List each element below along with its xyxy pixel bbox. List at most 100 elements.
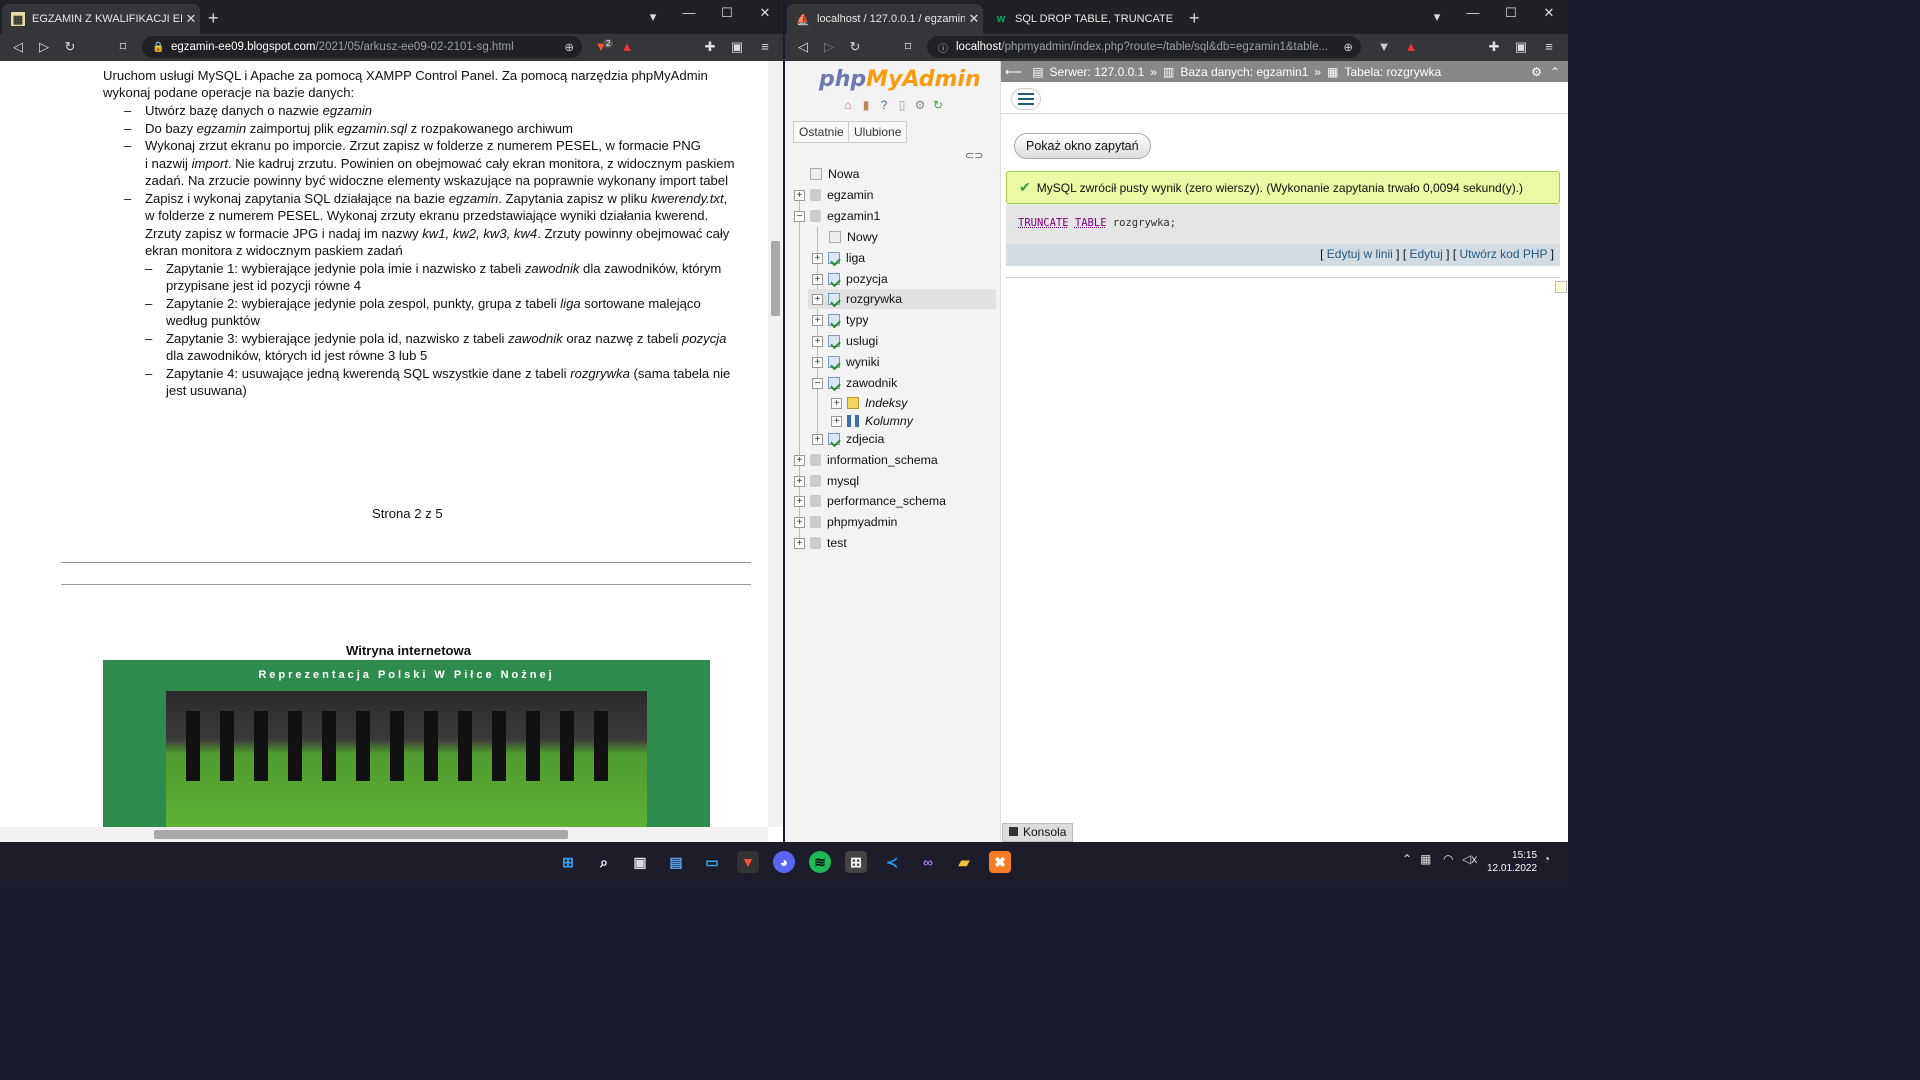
wifi-icon[interactable]: ◠ bbox=[1443, 852, 1453, 866]
brave-browser-icon[interactable]: ▼ bbox=[737, 851, 759, 873]
clock[interactable]: 15:15 12.01.2022 bbox=[1487, 849, 1537, 875]
tree-db-mysql[interactable]: + mysql bbox=[794, 471, 859, 491]
notifications-icon[interactable]: ◔ bbox=[1543, 852, 1550, 866]
minimize-button[interactable]: — bbox=[679, 4, 699, 22]
spotify-icon[interactable]: ≋ bbox=[809, 851, 831, 873]
back-icon[interactable]: ◁ bbox=[794, 38, 812, 56]
tree-db-egzamin1[interactable]: − egzamin1 bbox=[794, 206, 880, 226]
breadcrumb-server[interactable]: Serwer: 127.0.0.1 bbox=[1050, 65, 1145, 79]
tab-search-icon[interactable]: ▾ bbox=[1427, 8, 1447, 26]
bookmark-icon[interactable]: ⌑ bbox=[899, 38, 917, 56]
tab-search-icon[interactable]: ▾ bbox=[643, 8, 663, 26]
edit-inline-link[interactable]: Edytuj w linii bbox=[1327, 247, 1393, 261]
collapse-icon[interactable]: − bbox=[794, 210, 805, 222]
minimize-button[interactable]: — bbox=[1463, 4, 1483, 22]
refresh-icon[interactable]: ↻ bbox=[931, 98, 945, 112]
store-icon[interactable]: ⊞ bbox=[845, 851, 867, 873]
tree-table-rozgrywka[interactable]: + rozgrywka bbox=[808, 289, 996, 309]
expand-icon[interactable]: + bbox=[812, 335, 823, 347]
vscode-icon[interactable]: ≺ bbox=[881, 851, 903, 873]
address-bar[interactable]: ⓘ localhost/phpmyadmin/index.php?route=/… bbox=[927, 36, 1361, 58]
zoom-icon[interactable]: ⊕ bbox=[564, 40, 574, 54]
collapse-top-icon[interactable]: ⌃ bbox=[1550, 65, 1560, 79]
expand-icon[interactable]: + bbox=[794, 475, 805, 487]
favorites-button[interactable]: Ulubione bbox=[848, 121, 908, 143]
close-window-button[interactable]: ✕ bbox=[755, 4, 775, 22]
brave-rewards-icon[interactable]: ▲ bbox=[618, 38, 636, 56]
extensions-icon[interactable]: ✚ bbox=[701, 38, 719, 56]
tree-table-liga[interactable]: + liga bbox=[812, 248, 865, 268]
expand-icon[interactable]: + bbox=[812, 356, 823, 368]
visual-studio-icon[interactable]: ∞ bbox=[917, 851, 939, 873]
expand-icon[interactable]: + bbox=[831, 415, 842, 427]
collapse-nav-icon[interactable]: ⟵ bbox=[1005, 65, 1022, 79]
tree-table-wyniki[interactable]: + wyniki bbox=[812, 352, 879, 372]
file-explorer-icon[interactable]: ▰ bbox=[953, 851, 975, 873]
tab-phpmyadmin[interactable]: ⛵ localhost / 127.0.0.1 / egzamin1 / r ✕ bbox=[787, 4, 983, 34]
settings-icon[interactable]: ⚙ bbox=[913, 98, 927, 112]
console-button[interactable]: Konsola bbox=[1002, 823, 1074, 842]
close-window-button[interactable]: ✕ bbox=[1539, 4, 1559, 22]
recent-button[interactable]: Ostatnie bbox=[793, 121, 850, 143]
page-settings-icon[interactable] bbox=[1555, 281, 1567, 293]
expand-icon[interactable]: + bbox=[794, 189, 805, 201]
discord-icon[interactable]: ◕ bbox=[773, 851, 795, 873]
expand-icon[interactable]: + bbox=[812, 252, 823, 264]
gear-icon[interactable]: ⚙ bbox=[1531, 65, 1542, 79]
xampp-icon[interactable]: ✖ bbox=[989, 851, 1011, 873]
expand-icon[interactable]: + bbox=[794, 537, 805, 549]
wallet-icon[interactable]: ▣ bbox=[728, 38, 746, 56]
search-icon[interactable]: ⌕ bbox=[593, 851, 615, 873]
wallet-icon[interactable]: ▣ bbox=[1512, 38, 1530, 56]
tree-db-information-schema[interactable]: + information_schema bbox=[794, 450, 938, 470]
back-icon[interactable]: ◁ bbox=[9, 38, 27, 56]
tree-indexes[interactable]: + Indeksy bbox=[831, 393, 907, 413]
home-icon[interactable]: ⌂ bbox=[841, 98, 855, 112]
maximize-button[interactable]: ☐ bbox=[717, 4, 737, 22]
horizontal-scrollbar[interactable] bbox=[0, 827, 768, 842]
address-bar[interactable]: 🔒 egzamin-ee09.blogspot.com/2021/05/arku… bbox=[142, 36, 582, 58]
task-view-icon[interactable]: ▣ bbox=[629, 851, 651, 873]
tab-sql-drop[interactable]: w SQL DROP TABLE, TRUNCATE TABLE bbox=[985, 4, 1175, 34]
expand-icon[interactable]: + bbox=[812, 273, 823, 285]
forward-icon[interactable]: ▷ bbox=[35, 38, 53, 56]
tree-columns[interactable]: + Kolumny bbox=[831, 411, 913, 431]
new-tab-button[interactable]: + bbox=[1189, 8, 1200, 28]
close-tab-icon[interactable]: ✕ bbox=[182, 11, 200, 27]
hamburger-menu-icon[interactable] bbox=[1011, 88, 1041, 110]
scroll-thumb[interactable] bbox=[771, 241, 780, 316]
new-tab-button[interactable]: + bbox=[208, 8, 219, 28]
docs-icon[interactable]: ▯ bbox=[895, 98, 909, 112]
expand-icon[interactable]: + bbox=[812, 314, 823, 326]
tree-db-performance-schema[interactable]: + performance_schema bbox=[794, 491, 946, 511]
breadcrumb-database[interactable]: Baza danych: egzamin1 bbox=[1180, 65, 1308, 79]
show-query-box-button[interactable]: Pokaż okno zapytań bbox=[1014, 133, 1151, 159]
logout-icon[interactable]: ▮ bbox=[859, 98, 873, 112]
pma-logo[interactable]: phpMyAdmin bbox=[819, 67, 981, 92]
tree-table-uslugi[interactable]: + uslugi bbox=[812, 331, 878, 351]
tray-chevron-icon[interactable]: ⌃ bbox=[1402, 852, 1412, 866]
expand-icon[interactable]: + bbox=[812, 293, 823, 305]
vertical-scrollbar[interactable] bbox=[768, 61, 783, 827]
expand-icon[interactable]: + bbox=[831, 397, 842, 409]
tree-table-zdjecia[interactable]: + zdjecia bbox=[812, 429, 884, 449]
create-php-link[interactable]: Utwórz kod PHP bbox=[1460, 247, 1548, 261]
expand-icon[interactable]: + bbox=[794, 495, 805, 507]
volume-muted-icon[interactable]: ◁x bbox=[1462, 852, 1477, 866]
extensions-icon[interactable]: ✚ bbox=[1485, 38, 1503, 56]
tree-db-egzamin[interactable]: + egzamin bbox=[794, 185, 873, 205]
link-icon[interactable]: ⊂⊃ bbox=[965, 149, 983, 162]
close-tab-icon[interactable]: ✕ bbox=[965, 11, 983, 27]
start-windows-icon[interactable]: ⊞ bbox=[557, 851, 579, 873]
desktop-icon[interactable]: ▭ bbox=[701, 851, 723, 873]
forward-icon[interactable]: ▷ bbox=[820, 38, 838, 56]
tree-db-phpmyadmin[interactable]: + phpmyadmin bbox=[794, 512, 897, 532]
edit-link[interactable]: Edytuj bbox=[1409, 247, 1442, 261]
bookmark-icon[interactable]: ⌑ bbox=[114, 38, 132, 56]
menu-icon[interactable]: ≡ bbox=[756, 38, 774, 56]
tree-item-new-table[interactable]: Nowy bbox=[829, 227, 878, 247]
scroll-thumb[interactable] bbox=[154, 830, 568, 839]
breadcrumb-table[interactable]: Tabela: rozgrywka bbox=[1344, 65, 1441, 79]
brave-rewards-icon[interactable]: ▲ bbox=[1402, 38, 1420, 56]
tree-db-test[interactable]: + test bbox=[794, 533, 847, 553]
